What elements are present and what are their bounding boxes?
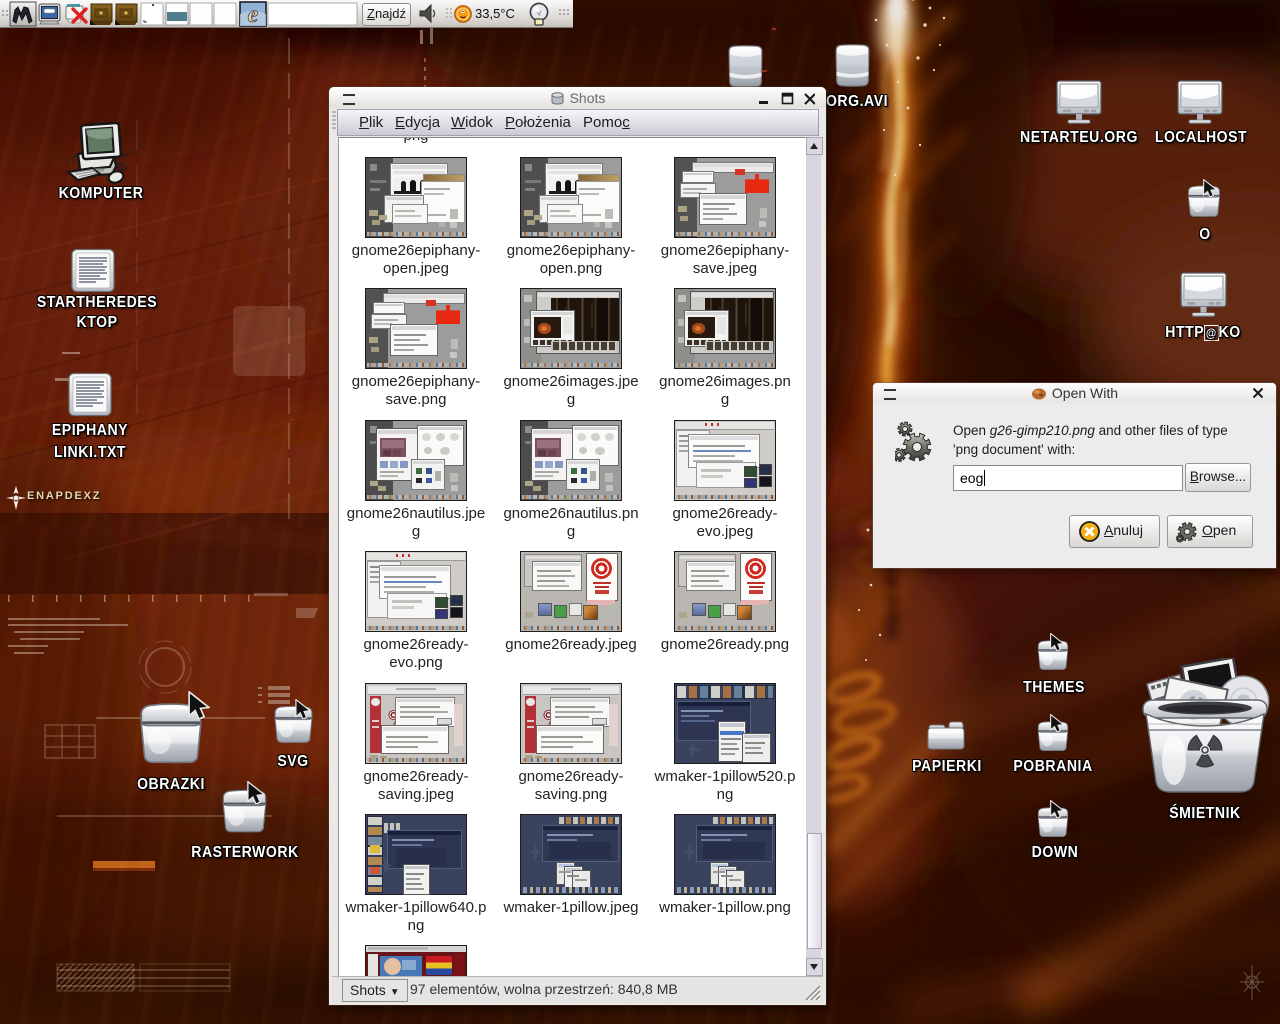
svg-text:e: e <box>248 2 259 27</box>
